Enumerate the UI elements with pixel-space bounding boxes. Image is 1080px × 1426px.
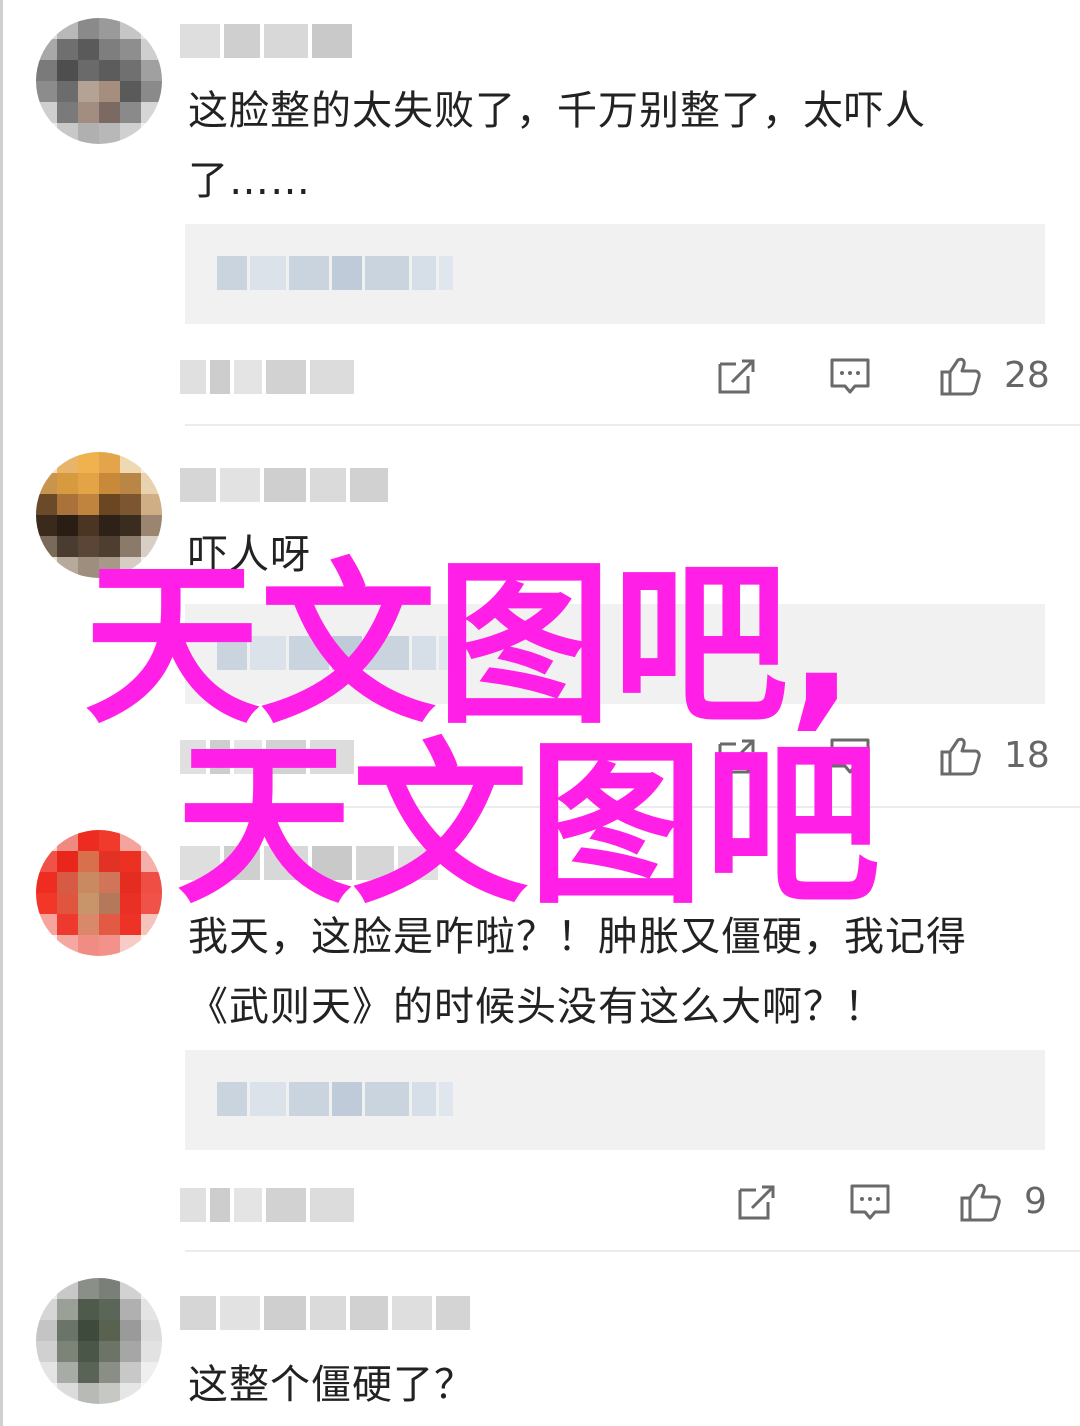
reply-icon[interactable] (848, 1180, 892, 1224)
comment-actions: 9 (720, 1180, 1050, 1230)
divider (185, 424, 1080, 426)
like-count: 18 (1004, 735, 1050, 776)
thumbs-up-icon[interactable] (958, 1180, 1002, 1224)
timestamp-redacted (180, 360, 354, 394)
username-redacted[interactable] (180, 1296, 470, 1330)
username-redacted[interactable] (180, 468, 388, 502)
watermark-line-1: 天文图吧, (84, 543, 855, 748)
timestamp-redacted (180, 1188, 354, 1222)
avatar[interactable] (36, 18, 162, 144)
reply-preview[interactable] (185, 224, 1045, 324)
like-count: 9 (1024, 1181, 1047, 1222)
comment-actions: 28 (700, 354, 1050, 404)
comment-text: 这整个僵硬了？ (188, 1362, 475, 1408)
username-redacted[interactable] (180, 24, 352, 58)
reply-preview[interactable] (185, 1050, 1045, 1150)
avatar[interactable] (36, 830, 162, 956)
comment-text: 这脸整的太失败了，千万别整了，太吓人 了…… (188, 88, 926, 204)
thumbs-up-icon[interactable] (938, 734, 982, 778)
share-icon[interactable] (734, 1180, 778, 1224)
left-edge (0, 0, 3, 1426)
like-count: 28 (1004, 355, 1050, 396)
divider (185, 1250, 1080, 1252)
avatar[interactable] (36, 1278, 162, 1404)
thumbs-up-icon[interactable] (938, 354, 982, 398)
reply-icon[interactable] (828, 354, 872, 398)
watermark-line-2: 天文图吧 (176, 723, 881, 928)
reply-preview-text-redacted (217, 1082, 453, 1116)
reply-preview-text-redacted (217, 256, 453, 290)
share-icon[interactable] (714, 354, 758, 398)
